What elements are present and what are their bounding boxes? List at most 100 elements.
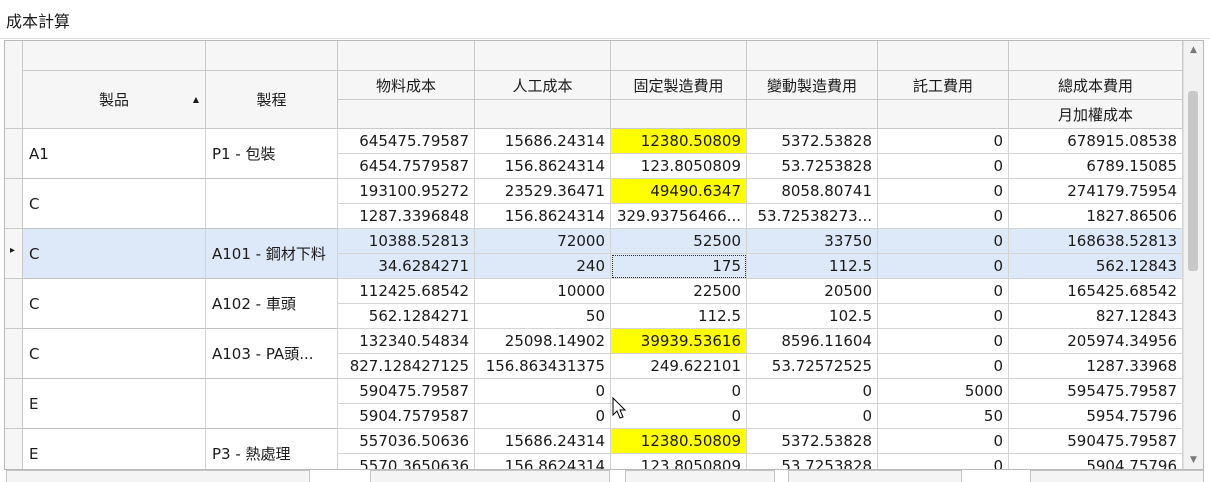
cell-labor[interactable]: 0 xyxy=(475,404,611,429)
cell-material[interactable]: 5570.3650636 xyxy=(338,454,475,469)
cell-process[interactable]: P1 - 包裝 xyxy=(206,129,338,179)
table-row[interactable]: ▸ C A101 - 鋼材下料 10388.52813 72000 52500 33750 0… xyxy=(5,229,1183,279)
cell-fixed[interactable]: 0 xyxy=(611,404,747,429)
cell-process[interactable]: A101 - 鋼材下料 xyxy=(206,229,338,279)
column-header-product[interactable]: 製品 ▲ xyxy=(23,71,206,129)
cell-outsource[interactable]: 0 xyxy=(878,154,1009,179)
vertical-scrollbar[interactable]: ▲ ▼ xyxy=(1183,41,1203,469)
cell-variable[interactable]: 53.72572525 xyxy=(747,354,878,379)
cell-process[interactable] xyxy=(206,379,338,429)
cell-outsource[interactable]: 0 xyxy=(878,179,1009,204)
cell-total[interactable]: 205974.34956 xyxy=(1009,329,1183,354)
column-header-material[interactable]: 物料成本 xyxy=(338,71,475,100)
cell-fixed[interactable]: 12380.50809 xyxy=(611,129,747,154)
cell-labor[interactable]: 0 xyxy=(475,379,611,404)
row-header[interactable] xyxy=(5,379,23,429)
row-header[interactable] xyxy=(5,129,23,179)
cell-total[interactable]: 168638.52813 xyxy=(1009,229,1183,254)
column-header-process[interactable]: 製程 xyxy=(206,71,338,129)
row-header[interactable] xyxy=(5,279,23,329)
cell-variable[interactable]: 53.7253828 xyxy=(747,154,878,179)
cell-material[interactable]: 590475.79587 xyxy=(338,379,475,404)
cell-total[interactable]: 678915.08538 xyxy=(1009,129,1183,154)
cell-product[interactable]: A1 xyxy=(23,129,206,179)
cell-variable[interactable]: 0 xyxy=(747,379,878,404)
cell-material[interactable]: 6454.7579587 xyxy=(338,154,475,179)
table-row[interactable]: C A102 - 車頭 112425.68542 10000 22500 20500 0 16… xyxy=(5,279,1183,329)
table-row[interactable]: E 590475.79587 0 0 0 5000 595475.79587 5904.757… xyxy=(5,379,1183,429)
cell-total[interactable]: 595475.79587 xyxy=(1009,379,1183,404)
cell-material[interactable]: 193100.95272 xyxy=(338,179,475,204)
cell-fixed[interactable]: 123.8050809 xyxy=(611,154,747,179)
cell-fixed[interactable]: 0 xyxy=(611,379,747,404)
cell-process[interactable]: A102 - 車頭 xyxy=(206,279,338,329)
cell-labor[interactable]: 156.8624314 xyxy=(475,204,611,229)
cell-outsource[interactable]: 0 xyxy=(878,229,1009,254)
cell-product[interactable]: C xyxy=(23,229,206,279)
cell-variable[interactable]: 8596.11604 xyxy=(747,329,878,354)
cell-fixed[interactable]: 123.8050809 xyxy=(611,454,747,469)
cell-outsource[interactable]: 0 xyxy=(878,129,1009,154)
cell-labor[interactable]: 10000 xyxy=(475,279,611,304)
cell-total[interactable]: 1287.33968 xyxy=(1009,354,1183,379)
bottom-control[interactable] xyxy=(788,470,962,482)
scroll-down-icon[interactable]: ▼ xyxy=(1184,451,1203,469)
cell-material[interactable]: 645475.79587 xyxy=(338,129,475,154)
row-header[interactable] xyxy=(5,429,23,469)
cell-outsource[interactable]: 50 xyxy=(878,404,1009,429)
cell-fixed[interactable]: 329.93756466... xyxy=(611,204,747,229)
cell-outsource[interactable]: 5000 xyxy=(878,379,1009,404)
cell-variable[interactable]: 8058.80741 xyxy=(747,179,878,204)
cell-total[interactable]: 165425.68542 xyxy=(1009,279,1183,304)
cell-total[interactable]: 6789.15085 xyxy=(1009,154,1183,179)
cell-labor[interactable]: 25098.14902 xyxy=(475,329,611,354)
table-row[interactable]: A1 P1 - 包裝 645475.79587 15686.24314 12380.50… xyxy=(5,129,1183,179)
cell-variable[interactable]: 53.7253828 xyxy=(747,454,878,469)
cell-total[interactable]: 590475.79587 xyxy=(1009,429,1183,454)
cell-material[interactable]: 132340.54834 xyxy=(338,329,475,354)
cell-fixed[interactable]: 112.5 xyxy=(611,304,747,329)
cell-material[interactable]: 557036.50636 xyxy=(338,429,475,454)
column-header-total[interactable]: 總成本費用 xyxy=(1009,71,1183,100)
bottom-control[interactable] xyxy=(1030,470,1204,482)
cost-grid[interactable]: 製品 ▲ 製程 物料成本 人工成本 固定製造費用 變動製造費用 託工費用 總成本… xyxy=(4,40,1204,470)
cell-fixed[interactable]: 49490.6347 xyxy=(611,179,747,204)
cell-labor[interactable]: 15686.24314 xyxy=(475,129,611,154)
cell-outsource[interactable]: 0 xyxy=(878,354,1009,379)
bottom-control[interactable] xyxy=(625,470,775,482)
cell-labor[interactable]: 156.8624314 xyxy=(475,154,611,179)
cell-variable[interactable]: 102.5 xyxy=(747,304,878,329)
cell-variable[interactable]: 0 xyxy=(747,404,878,429)
table-row[interactable]: C A103 - PA頭... 132340.54834 25098.14902 399… xyxy=(5,329,1183,379)
cell-product[interactable]: C xyxy=(23,179,206,229)
scrollbar-thumb[interactable] xyxy=(1188,91,1198,271)
table-row[interactable]: C 193100.95272 23529.36471 49490.6347 8058.8… xyxy=(5,179,1183,229)
cell-material[interactable]: 1287.3396848 xyxy=(338,204,475,229)
cell-fixed[interactable]: 249.622101 xyxy=(611,354,747,379)
column-header-labor[interactable]: 人工成本 xyxy=(475,71,611,100)
cell-labor[interactable]: 240 xyxy=(475,254,611,279)
cell-variable[interactable]: 20500 xyxy=(747,279,878,304)
cell-total[interactable]: 1827.86506 xyxy=(1009,204,1183,229)
cell-material[interactable]: 34.6284271 xyxy=(338,254,475,279)
table-row[interactable]: E P3 - 熱處理 557036.50636 15686.24314 12380.50… xyxy=(5,429,1183,469)
cell-process[interactable]: P3 - 熱處理 xyxy=(206,429,338,469)
cell-variable[interactable]: 5372.53828 xyxy=(747,429,878,454)
cell-fixed[interactable]: 52500 xyxy=(611,229,747,254)
cell-outsource[interactable]: 0 xyxy=(878,329,1009,354)
cell-material[interactable]: 112425.68542 xyxy=(338,279,475,304)
cell-product[interactable]: C xyxy=(23,329,206,379)
column-header-outsource[interactable]: 託工費用 xyxy=(878,71,1009,100)
scroll-up-icon[interactable]: ▲ xyxy=(1184,41,1203,59)
cell-outsource[interactable]: 0 xyxy=(878,454,1009,469)
cell-fixed[interactable]: 175 xyxy=(611,254,747,279)
cell-total[interactable]: 562.12843 xyxy=(1009,254,1183,279)
cell-labor[interactable]: 156.863431375 xyxy=(475,354,611,379)
cell-labor[interactable]: 15686.24314 xyxy=(475,429,611,454)
cell-labor[interactable]: 156.8624314 xyxy=(475,454,611,469)
row-header[interactable] xyxy=(5,329,23,379)
row-header[interactable] xyxy=(5,179,23,229)
cell-outsource[interactable]: 0 xyxy=(878,304,1009,329)
cell-process[interactable]: A103 - PA頭... xyxy=(206,329,338,379)
column-header-fixed[interactable]: 固定製造費用 xyxy=(611,71,747,100)
